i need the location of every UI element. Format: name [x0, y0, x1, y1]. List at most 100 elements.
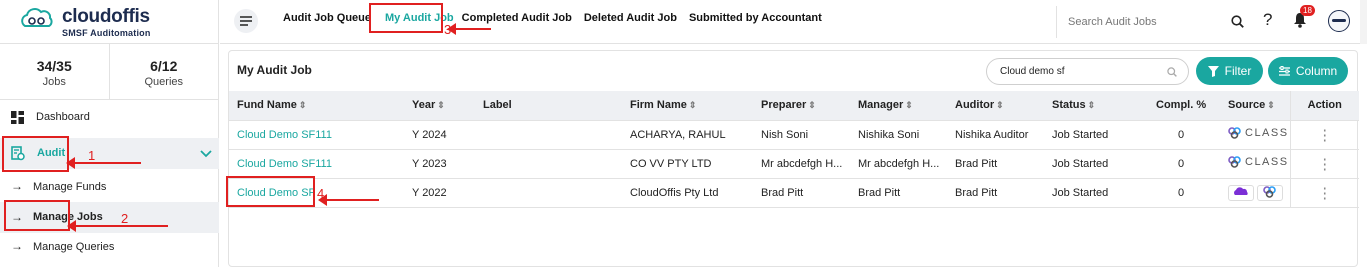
manager-cell: Brad Pitt [850, 178, 947, 208]
sort-icon[interactable]: ⇕ [437, 100, 445, 110]
sort-icon[interactable]: ⇕ [808, 100, 816, 110]
queries-count: 6/12 [150, 58, 178, 74]
col-fund-name[interactable]: Fund Name ⇕ [229, 91, 404, 121]
top-tabs: Audit Job Queue My Audit Job Completed A… [283, 12, 836, 24]
brand-logo[interactable]: cloudoffis SMSF Auditomation [0, 0, 218, 44]
annotation-box-fund-row [226, 176, 315, 207]
col-firm-name[interactable]: Firm Name ⇕ [622, 91, 753, 121]
tab-submitted-by-accountant[interactable]: Submitted by Accountant [689, 12, 822, 24]
source-cell [1220, 178, 1290, 208]
help-icon[interactable]: ? [1263, 10, 1272, 30]
search-icon [1167, 67, 1177, 77]
tab-audit-job-queue[interactable]: Audit Job Queue [283, 12, 371, 24]
job-search-value: Cloud demo sf [1000, 66, 1065, 77]
sidebar-item-label: Dashboard [36, 111, 90, 123]
dashboard-icon [11, 111, 24, 124]
sort-icon[interactable]: ⇕ [905, 100, 913, 110]
year-cell: Y 2024 [404, 120, 475, 150]
sidebar-item-manage-queries[interactable]: → Manage Queries [0, 238, 219, 258]
cloud-source-badge [1228, 184, 1254, 201]
annotation-box-my-audit-job [369, 3, 443, 33]
column-button[interactable]: Column [1268, 57, 1348, 85]
avatar[interactable] [1328, 10, 1350, 32]
table-row[interactable]: Cloud Demo SF Y 2022 CloudOffis Pty Ltd … [229, 178, 1359, 208]
label-cell [475, 149, 622, 179]
col-preparer[interactable]: Preparer ⇕ [753, 91, 850, 121]
more-vertical-icon[interactable]: ⋮ [1317, 156, 1332, 173]
col-action: Action [1289, 91, 1359, 121]
annotation-arrow [67, 220, 168, 232]
queries-stat[interactable]: 6/12 Queries [108, 44, 219, 99]
notification-badge: 18 [1300, 5, 1315, 16]
status-cell: Job Started [1044, 149, 1148, 179]
sort-icon[interactable]: ⇕ [1267, 100, 1275, 110]
col-manager[interactable]: Manager ⇕ [850, 91, 947, 121]
search-icon[interactable] [1231, 15, 1244, 28]
table-header-row: Fund Name ⇕ Year ⇕ Label Firm Name ⇕ Prepar… [229, 91, 1359, 121]
firm-cell: CO VV PTY LTD [622, 149, 753, 179]
top-search-placeholder: Search Audit Jobs [1068, 16, 1157, 28]
compl-cell: 0 [1148, 178, 1220, 208]
table-row[interactable]: Cloud Demo SF111 Y 2024 ACHARYA, RAHUL N… [229, 120, 1359, 150]
firm-cell: ACHARYA, RAHUL [622, 120, 753, 150]
filter-button[interactable]: Filter [1196, 57, 1263, 85]
auditor-cell: Nishika Auditor [947, 120, 1044, 150]
auditor-cell: Brad Pitt [947, 149, 1044, 179]
cloud-logo-icon [21, 8, 53, 27]
row-actions-cell: ⋮ [1289, 149, 1359, 179]
stats-panel: 34/35 Jobs 6/12 Queries [0, 44, 218, 100]
sort-icon[interactable]: ⇕ [689, 100, 697, 110]
menu-button[interactable] [234, 9, 258, 33]
label-cell [475, 120, 622, 150]
column-label: Column [1295, 64, 1338, 78]
col-year[interactable]: Year ⇕ [404, 91, 475, 121]
tab-completed-audit-job[interactable]: Completed Audit Job [462, 12, 572, 24]
sort-icon[interactable]: ⇕ [996, 100, 1004, 110]
class-logo-icon [1263, 185, 1276, 198]
arrow-right-icon: → [11, 239, 23, 253]
fund-name-link[interactable]: Cloud Demo SF111 [237, 129, 332, 141]
annotation-box-manage-jobs [4, 200, 70, 231]
sort-icon[interactable]: ⇕ [299, 100, 307, 110]
sidebar-item-manage-funds[interactable]: → Manage Funds [0, 178, 219, 198]
jobs-stat[interactable]: 34/35 Jobs [0, 44, 109, 99]
manager-cell: Nishika Soni [850, 120, 947, 150]
brand-tagline: SMSF Auditomation [62, 28, 151, 38]
sort-icon[interactable]: ⇕ [1088, 100, 1096, 110]
job-search-input[interactable]: Cloud demo sf [986, 58, 1189, 85]
annotation-arrow [66, 157, 141, 169]
top-search-input[interactable]: Search Audit Jobs [1056, 6, 1246, 38]
class-logo-icon: CLASS [1228, 127, 1289, 139]
firm-cell: CloudOffis Pty Ltd [622, 178, 753, 208]
table-row[interactable]: Cloud Demo SF111 Y 2023 CO VV PTY LTD Mr… [229, 149, 1359, 179]
more-vertical-icon[interactable]: ⋮ [1317, 127, 1332, 144]
sidebar-item-dashboard[interactable]: Dashboard [0, 108, 219, 128]
chevron-down-icon [200, 150, 212, 158]
annotation-number: 2 [121, 211, 129, 226]
class-logo-icon: CLASS [1228, 156, 1289, 168]
col-source[interactable]: Source ⇕ [1220, 91, 1290, 121]
page-title: My Audit Job [237, 63, 312, 77]
tab-deleted-audit-job[interactable]: Deleted Audit Job [584, 12, 677, 24]
scrollbar[interactable] [1360, 0, 1367, 44]
brand-name: cloudoffis [62, 6, 150, 27]
annotation-arrow [447, 23, 491, 35]
status-cell: Job Started [1044, 178, 1148, 208]
annotation-number: 1 [88, 148, 96, 163]
queries-label: Queries [144, 76, 184, 88]
preparer-cell: Brad Pitt [753, 178, 850, 208]
fund-name-link[interactable]: Cloud Demo SF111 [237, 158, 332, 170]
annotation-box-audit [2, 136, 69, 172]
more-vertical-icon[interactable]: ⋮ [1317, 185, 1332, 202]
compl-cell: 0 [1148, 149, 1220, 179]
source-cell: CLASS [1220, 120, 1290, 150]
compl-cell: 0 [1148, 120, 1220, 150]
source-cell: CLASS [1220, 149, 1290, 179]
col-label: Label [475, 91, 622, 121]
col-status[interactable]: Status ⇕ [1044, 91, 1148, 121]
notifications-button[interactable]: 18 [1292, 5, 1315, 29]
col-auditor[interactable]: Auditor ⇕ [947, 91, 1044, 121]
filter-label: Filter [1224, 64, 1252, 78]
my-audit-job-card: My Audit Job Cloud demo sf Filter Column… [228, 50, 1359, 267]
annotation-arrow [318, 194, 379, 206]
